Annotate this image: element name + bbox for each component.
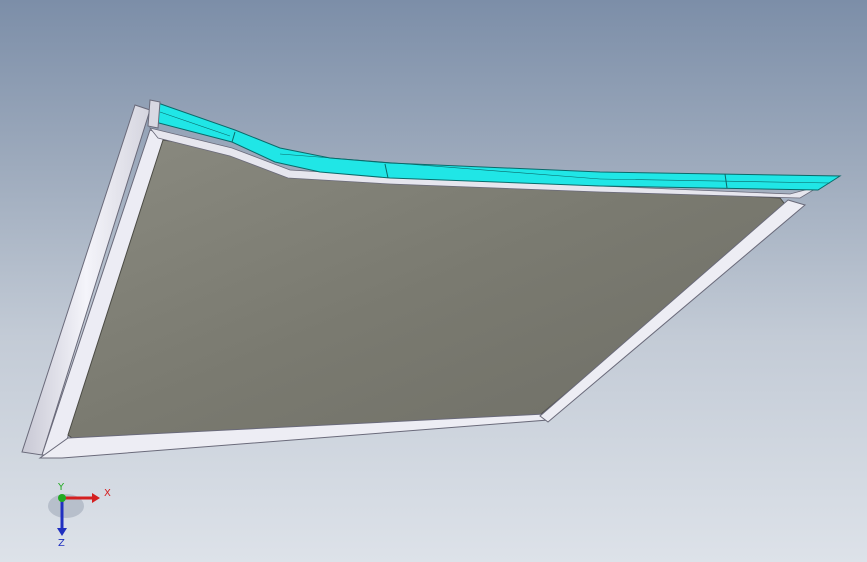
corner-cap[interactable] (147, 99, 161, 129)
z-axis-label: Z (58, 538, 65, 549)
model-view[interactable] (0, 0, 867, 562)
x-axis-arrow (92, 493, 100, 503)
x-axis-label: X (104, 488, 111, 499)
z-axis-arrow (57, 528, 67, 536)
y-axis-dot (58, 494, 66, 502)
y-axis-label: Y (57, 482, 65, 493)
reference-triad: X Y Z (48, 482, 111, 549)
graphics-viewport[interactable]: X Y Z (0, 0, 867, 562)
